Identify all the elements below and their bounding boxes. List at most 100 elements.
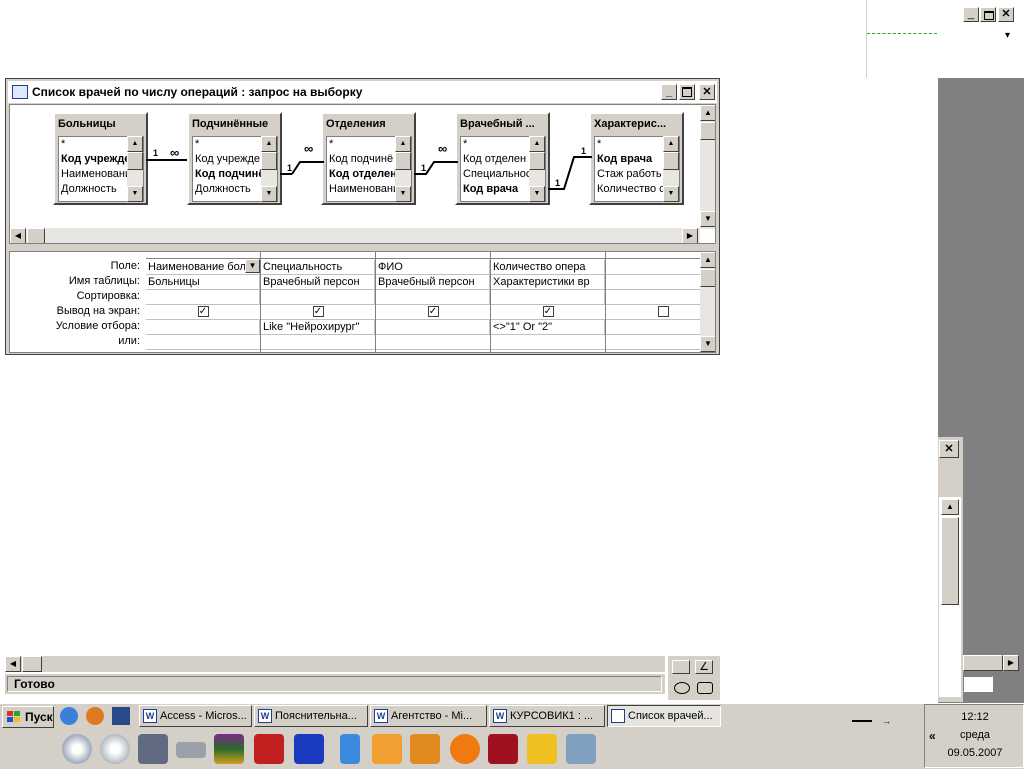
field-dropdown-icon[interactable]: ▼ (245, 259, 260, 273)
scroll-down-icon[interactable]: ▼ (395, 186, 411, 202)
scroll-thumb[interactable] (700, 122, 715, 140)
scroll-thumb[interactable] (663, 152, 679, 170)
field-list-scrollbar[interactable]: ▲ ▼ (529, 136, 545, 202)
grid-cell-sort[interactable] (261, 290, 375, 304)
grid-cell-table[interactable]: Врачебный персон (261, 275, 375, 289)
show-checkbox[interactable]: ✓ (312, 306, 324, 317)
scroll-thumb[interactable] (127, 152, 143, 170)
network-computer-icon[interactable] (566, 734, 596, 764)
grid-cell-sort[interactable] (376, 290, 490, 304)
dropdown-arrow-icon[interactable]: ▾ (1005, 30, 1010, 41)
show-checkbox[interactable]: ✓ (542, 306, 554, 317)
utility-app-icon[interactable] (488, 734, 518, 764)
lightning-app-icon[interactable] (527, 734, 557, 764)
nero-icon[interactable] (450, 734, 480, 764)
scroll-up-icon[interactable]: ▲ (700, 105, 715, 121)
firewall-icon[interactable] (254, 734, 284, 764)
grid-cell-sort[interactable] (146, 290, 260, 304)
grid-cell-field[interactable]: Наименование бол (146, 260, 260, 274)
minimize-button[interactable]: _ (963, 7, 979, 22)
app-hscroll[interactable]: ◀ (5, 656, 665, 672)
desktop-icon[interactable] (112, 707, 130, 725)
close-button[interactable]: ✕ (998, 7, 1014, 22)
grid-cell-criteria[interactable] (146, 320, 260, 334)
scroll-down-icon[interactable]: ▼ (127, 186, 143, 202)
start-button[interactable]: Пуск (2, 706, 54, 728)
grid-cell-table[interactable]: Характеристики вр (491, 275, 605, 289)
table-box[interactable]: Подчинённые * Код учрежде Код подчинё Должно… (187, 112, 282, 205)
grid-cell-table[interactable]: Больницы (146, 275, 260, 289)
grid-cell-field[interactable]: Количество опера (491, 260, 605, 274)
winrar-icon[interactable] (214, 734, 244, 764)
grid-cell-sort[interactable] (491, 290, 605, 304)
taskbar-button[interactable]: W Access - Micros... (139, 705, 252, 727)
table-box[interactable]: Отделения * Код подчинё Код отделен Наименов… (321, 112, 416, 205)
taskbar-button[interactable]: W Агентство - Mi... (370, 705, 487, 727)
show-checkbox[interactable] (657, 306, 669, 317)
ellipse-tool-icon[interactable] (674, 682, 690, 694)
grid-cell-criteria[interactable] (376, 320, 490, 334)
hard-drive-icon[interactable] (176, 742, 206, 758)
show-checkbox[interactable]: ✓ (427, 306, 439, 317)
line-tool-icon[interactable]: ∠ (695, 660, 713, 674)
show-checkbox[interactable]: ✓ (197, 306, 209, 317)
scroll-up-icon[interactable]: ▲ (700, 252, 715, 268)
scroll-left-icon[interactable]: ◀ (5, 656, 21, 672)
maximize-button[interactable] (679, 84, 695, 100)
maximize-button[interactable] (980, 7, 996, 22)
cd-drive-icon[interactable] (62, 734, 92, 764)
scroll-down-icon[interactable]: ▼ (700, 336, 715, 352)
media-player-icon[interactable] (86, 707, 104, 725)
scroll-down-icon[interactable]: ▼ (663, 186, 679, 202)
scroll-down-icon[interactable]: ▼ (700, 211, 715, 227)
scroll-right-icon[interactable]: ▶ (682, 228, 698, 243)
pencil-app-icon[interactable] (410, 734, 440, 764)
field-list-scrollbar[interactable]: ▲ ▼ (395, 136, 411, 202)
grid-cell-criteria[interactable]: <>"1" Or "2" (491, 320, 605, 334)
scroll-thumb[interactable] (261, 152, 277, 170)
scroll-thumb[interactable] (27, 228, 45, 243)
scroll-down-icon[interactable]: ▼ (529, 186, 545, 202)
scroll-up-icon[interactable]: ▲ (941, 499, 959, 515)
grid-vscroll[interactable]: ▲ ▼ (700, 252, 715, 352)
network-icon[interactable] (294, 734, 324, 764)
table-box[interactable]: Больницы * Код учрежде Наименовани Должность… (53, 112, 148, 205)
scroll-thumb[interactable] (22, 656, 42, 672)
rectangle-tool-icon[interactable] (672, 660, 690, 674)
close-button[interactable]: ✕ (939, 440, 959, 458)
dvd-drive-icon[interactable] (100, 734, 130, 764)
usb-device-icon[interactable] (340, 734, 360, 764)
scroll-up-icon[interactable]: ▲ (663, 136, 679, 152)
field-list-scrollbar[interactable]: ▲ ▼ (663, 136, 679, 202)
taskbar-button[interactable]: W КУРСОВИК1 : ... (489, 705, 605, 727)
scroll-thumb[interactable] (941, 517, 959, 605)
taskbar-button[interactable]: W Пояснительна... (254, 705, 368, 727)
internet-explorer-icon[interactable] (60, 707, 78, 725)
grid-cell-field[interactable]: ФИО (376, 260, 490, 274)
scroll-up-icon[interactable]: ▲ (395, 136, 411, 152)
floppy-drive-icon[interactable] (138, 734, 168, 764)
table-box[interactable]: Врачебный ... * Код отделен Специальнос Код … (455, 112, 550, 205)
grid-cell-field[interactable]: Специальность (261, 260, 375, 274)
close-button[interactable]: ✕ (699, 84, 715, 100)
field-list-scrollbar[interactable]: ▲ ▼ (127, 136, 143, 202)
scroll-thumb[interactable] (529, 152, 545, 170)
scroll-thumb[interactable] (700, 269, 715, 287)
grid-cell-criteria[interactable]: Like "Нейрохирург" (261, 320, 375, 334)
taskbar-button[interactable]: Список врачей... (607, 705, 721, 727)
query-design-grid[interactable]: Поле: Имя таблицы: Сортировка: Вывод на экр… (9, 251, 716, 353)
grid-cell-table[interactable]: Врачебный персон (376, 275, 490, 289)
scroll-up-icon[interactable]: ▲ (529, 136, 545, 152)
relationship-diagram[interactable]: Больницы * Код учрежде Наименовани Должность… (9, 104, 716, 244)
diagram-vscroll[interactable]: ▲ ▼ (700, 105, 715, 229)
scroll-up-icon[interactable]: ▲ (127, 136, 143, 152)
diagram-hscroll[interactable]: ◀ ▶ (10, 228, 700, 243)
column-selectors[interactable] (146, 252, 701, 259)
rounded-rect-tool-icon[interactable] (697, 682, 713, 694)
field-list-scrollbar[interactable]: ▲ ▼ (261, 136, 277, 202)
scroll-down-icon[interactable]: ▼ (261, 186, 277, 202)
scroll-thumb[interactable] (395, 152, 411, 170)
minimize-button[interactable]: _ (661, 84, 677, 100)
layout-app-icon[interactable] (372, 734, 402, 764)
scroll-left-icon[interactable]: ◀ (10, 228, 26, 243)
